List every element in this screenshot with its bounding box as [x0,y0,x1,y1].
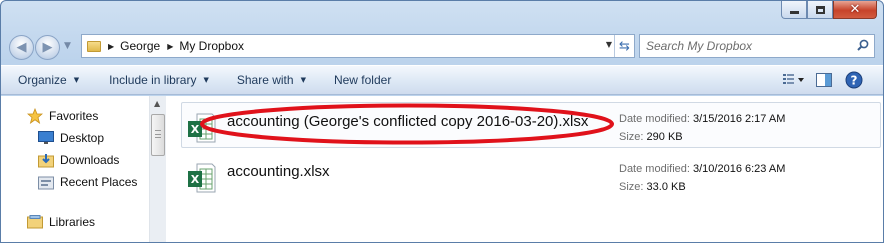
share-with-menu[interactable]: Share with ▼ [229,68,314,92]
sidebar-item-libraries[interactable]: Libraries [27,212,95,232]
excel-file-icon: X [188,163,216,193]
search-icon[interactable] [857,39,869,51]
maximize-icon [815,5,825,14]
recent-places-label: Recent Places [60,175,138,189]
sidebar-item-desktop[interactable]: Desktop [38,128,104,148]
svg-text:X: X [191,173,200,186]
size-label: Size: [619,181,644,193]
desktop-label: Desktop [60,131,105,145]
file-size: Size: 290 KB [619,131,683,143]
close-button[interactable]: ✕ [833,1,877,19]
refresh-icon: ⇆ [619,38,630,54]
size-value: 290 KB [646,131,683,143]
address-dropdown-icon[interactable]: ▼ [606,40,612,49]
minimize-icon [789,11,799,14]
date-modified-label: Date modified: [619,163,690,175]
view-list-icon [783,74,804,84]
caption-buttons: ✕ [781,1,877,19]
date-modified-value: 3/15/2016 2:17 AM [693,113,786,125]
maximize-button[interactable] [807,1,833,19]
refresh-button[interactable]: ⇆ [614,35,634,57]
search-input[interactable] [646,39,846,53]
breadcrumb-separator-icon[interactable]: ▶ [108,42,114,51]
navigation-bar: ◀ ▶ ▼ ▶ George ▶ My Dropbox ▼ ⇆ [9,34,875,60]
file-item[interactable]: X accounting.xlsx Date modified: 3/10/20… [181,152,881,198]
desktop-icon [38,130,54,146]
organize-menu[interactable]: Organize ▼ [18,68,87,92]
back-button[interactable]: ◀ [9,35,34,60]
navigation-pane: Favorites Desktop Downloads Recent Place… [1,96,149,242]
share-with-label: Share with [236,73,294,87]
new-folder-label: New folder [333,73,392,87]
help-button[interactable]: ? [843,69,865,91]
recent-places-icon [38,174,54,190]
address-bar[interactable]: ▶ George ▶ My Dropbox ▼ ⇆ [81,34,635,58]
size-label: Size: [619,131,644,143]
file-size: Size: 33.0 KB [619,181,686,193]
preview-pane-button[interactable] [813,69,835,91]
preview-pane-icon [816,73,832,87]
file-date-modified: Date modified: 3/15/2016 2:17 AM [619,113,785,125]
sidebar-item-recent-places[interactable]: Recent Places [38,172,137,192]
include-in-library-label: Include in library [109,73,197,87]
forward-button[interactable]: ▶ [35,35,60,60]
libraries-label: Libraries [49,215,96,229]
include-in-library-menu[interactable]: Include in library ▼ [101,68,217,92]
scrollbar-thumb[interactable] [151,114,165,156]
size-value: 33.0 KB [646,181,686,193]
search-box[interactable] [639,34,875,58]
minimize-button[interactable] [781,1,807,19]
organize-label: Organize [18,73,67,87]
back-arrow-icon: ◀ [16,40,27,55]
downloads-label: Downloads [60,153,120,167]
view-controls: ? [783,69,865,91]
sidebar-item-favorites[interactable]: Favorites [27,106,98,126]
breadcrumb-separator-icon[interactable]: ▶ [167,42,173,51]
file-name[interactable]: accounting.xlsx [227,163,330,180]
grip-icon [155,130,161,138]
date-modified-value: 3/10/2016 6:23 AM [693,163,786,175]
chevron-down-icon: ▼ [73,76,80,84]
new-folder-button[interactable]: New folder [326,68,399,92]
forward-arrow-icon: ▶ [42,40,53,55]
scroll-up-icon[interactable]: ▲ [154,99,160,108]
help-icon: ? [845,71,863,89]
breadcrumb-my-dropbox[interactable]: My Dropbox [179,39,244,53]
breadcrumb-george[interactable]: George [120,39,160,53]
close-icon: ✕ [849,2,861,17]
star-icon [27,108,43,124]
chevron-down-icon: ▼ [203,76,209,84]
explorer-window: ✕ ◀ ▶ ▼ ▶ George ▶ My Dropbox ▼ ⇆ Organi… [0,0,884,243]
command-bar: Organize ▼ Include in library ▼ Share with… [1,65,883,95]
folder-icon [87,40,101,52]
file-date-modified: Date modified: 3/10/2016 6:23 AM [619,163,785,175]
highlight-ellipse [200,103,614,145]
libraries-icon [27,214,43,230]
svg-text:?: ? [851,74,858,88]
favorites-label: Favorites [49,109,99,123]
change-view-button[interactable] [783,69,805,91]
downloads-icon [38,152,54,168]
chevron-down-icon: ▼ [300,76,306,84]
recent-locations-dropdown[interactable]: ▼ [64,41,71,51]
navigation-pane-scrollbar[interactable]: ▲ [149,96,166,242]
sidebar-item-downloads[interactable]: Downloads [38,150,119,170]
date-modified-label: Date modified: [619,113,690,125]
